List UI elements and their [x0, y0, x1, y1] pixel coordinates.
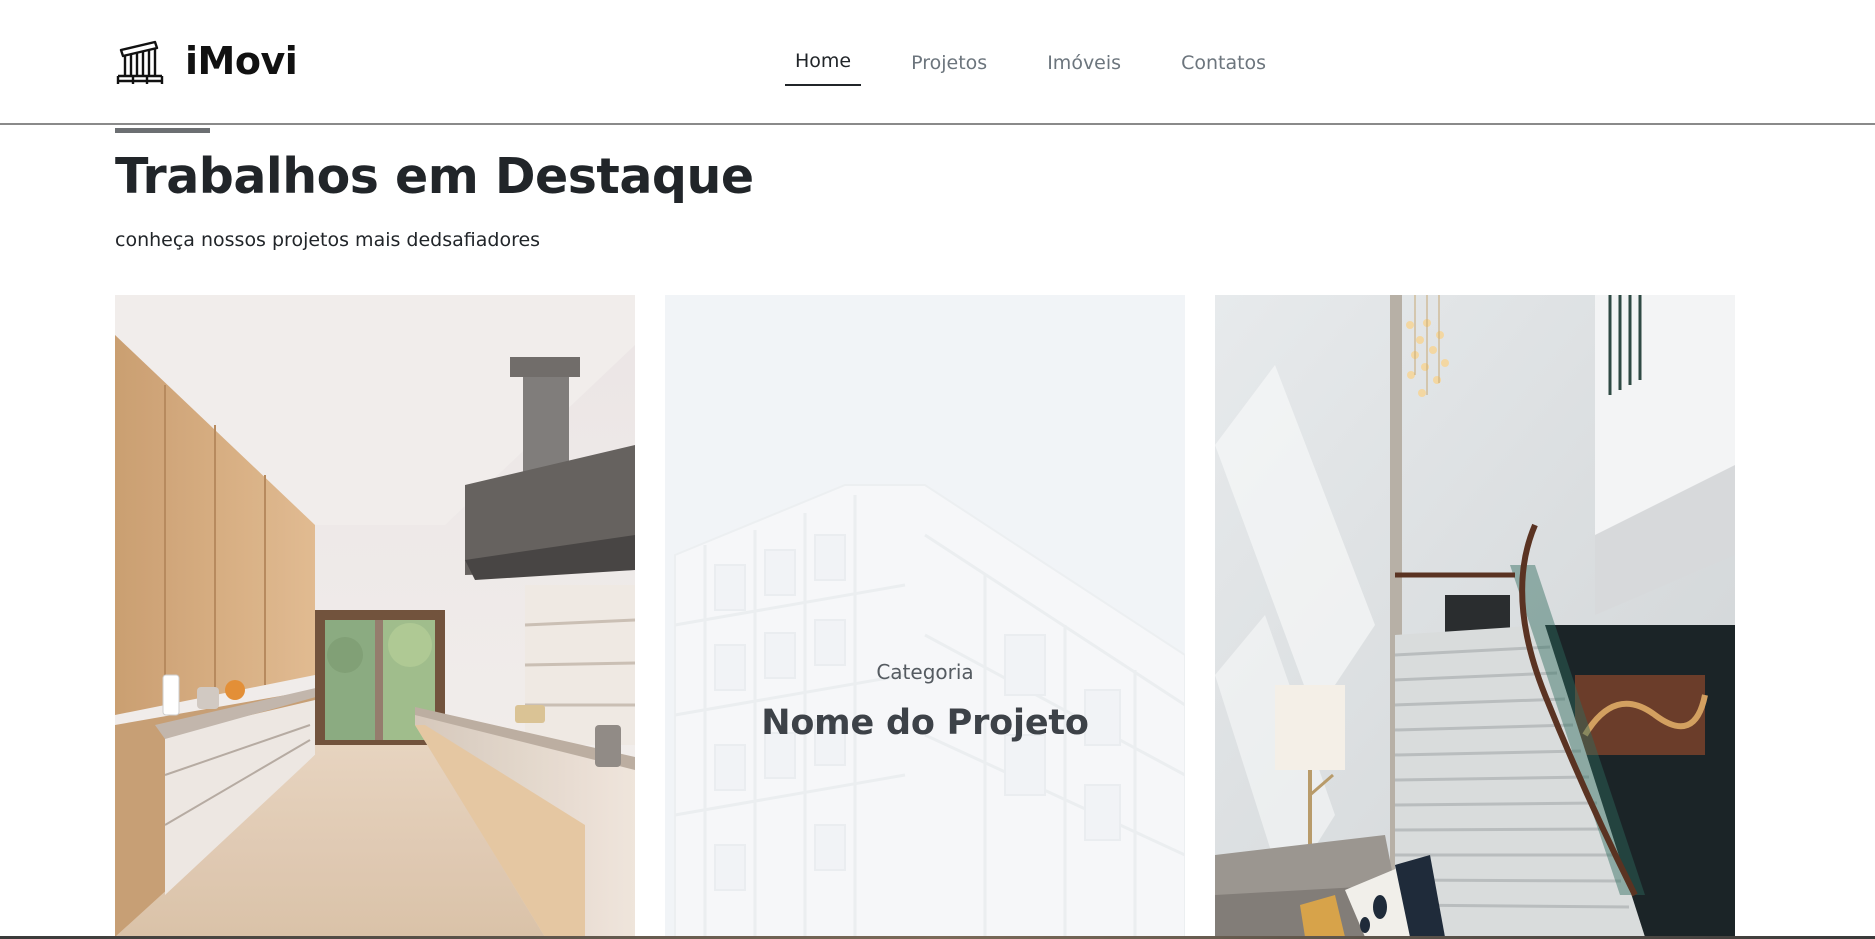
building-photo: [665, 295, 1185, 937]
kitchen-photo: [115, 295, 635, 937]
brand-name: iMovi: [185, 39, 298, 83]
nav-item-projetos[interactable]: Projetos: [901, 42, 997, 84]
nav-item-home[interactable]: Home: [785, 40, 862, 86]
brand-logo-link[interactable]: iMovi: [115, 36, 298, 86]
project-card-featured[interactable]: Categoria Nome do Projeto: [665, 295, 1185, 937]
section-title: Trabalhos em Destaque: [115, 148, 754, 205]
nav-item-contatos[interactable]: Contatos: [1171, 42, 1276, 84]
nav-item-imoveis[interactable]: Imóveis: [1037, 42, 1131, 84]
building-icon: [116, 40, 164, 84]
project-card-staircase[interactable]: [1215, 295, 1735, 937]
section-subtitle: conheça nossos projetos mais dedsafiador…: [115, 229, 541, 251]
card-project-name: Nome do Projeto: [761, 703, 1089, 743]
section-accent-bar: [115, 128, 210, 133]
staircase-photo: [1215, 295, 1735, 937]
card-category: Categoria: [876, 660, 974, 684]
main-nav: Home Projetos Imóveis Contatos: [785, 40, 1316, 86]
project-card-kitchen[interactable]: [115, 295, 635, 937]
site-header: iMovi Home Projetos Imóveis Contatos: [0, 0, 1875, 125]
